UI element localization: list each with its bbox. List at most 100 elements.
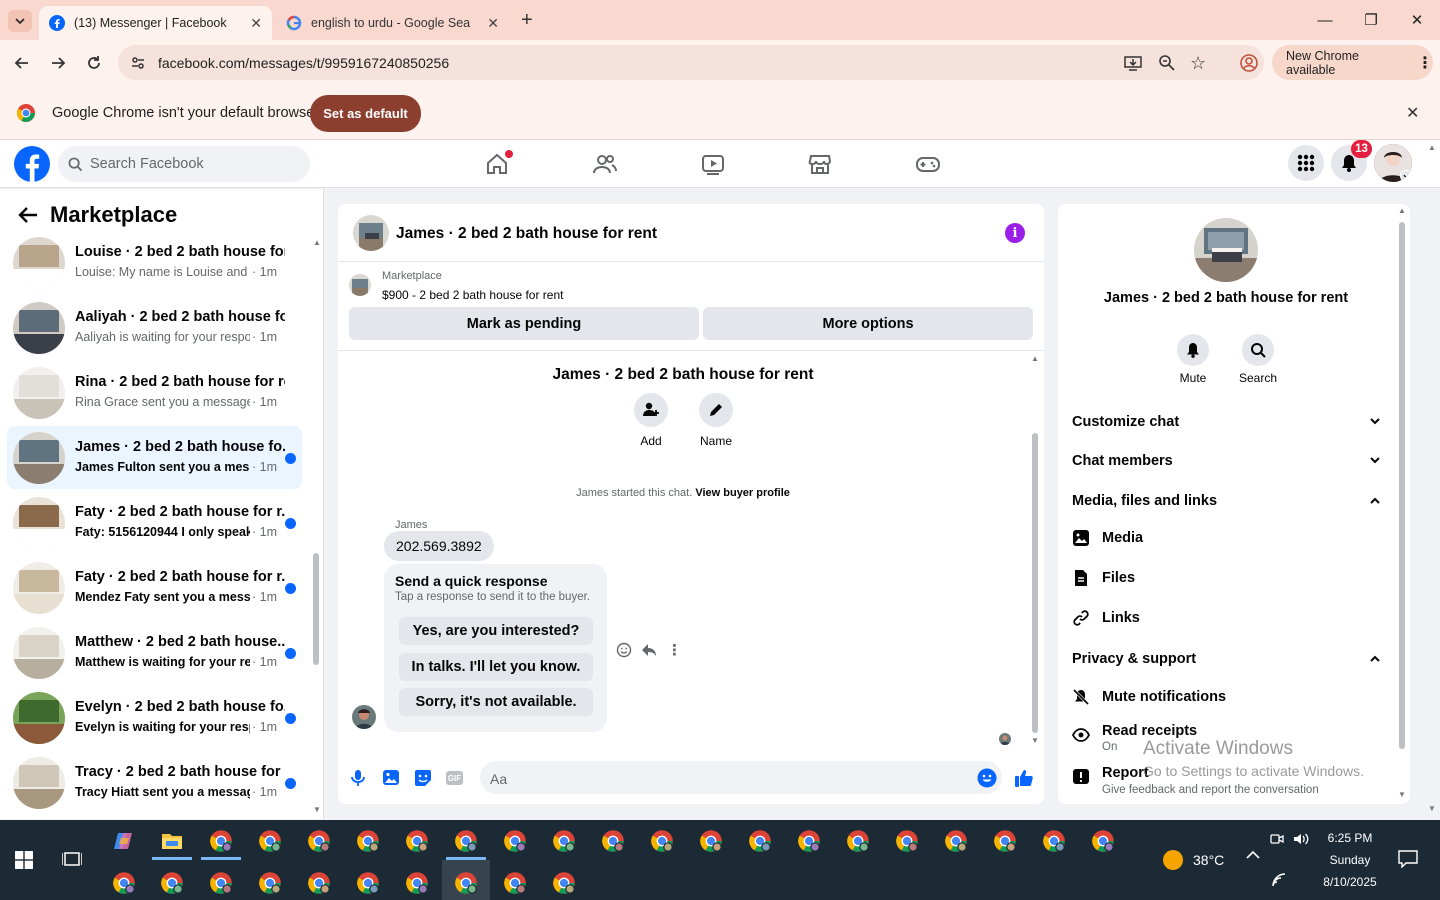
chrome-taskbar-icon[interactable] (307, 871, 331, 895)
close-tab-icon[interactable]: ✕ (487, 15, 499, 32)
facebook-logo-icon[interactable] (14, 146, 50, 182)
list-item[interactable]: Faty · 2 bed 2 bath house for r... Mendez… (7, 556, 302, 619)
details-scroll-down-icon[interactable]: ▼ (1398, 790, 1406, 799)
quick-reply-button[interactable]: Sorry, it's not available. (399, 688, 593, 716)
account-chevron-icon[interactable] (1400, 170, 1412, 182)
list-item[interactable]: Tracy · 2 bed 2 bath house for ... Tracy … (7, 751, 302, 814)
mute-notifications-item[interactable]: Mute notifications (1072, 689, 1226, 705)
task-view-icon[interactable] (62, 850, 82, 868)
tab-search-button[interactable] (8, 10, 32, 32)
listing-photo[interactable] (1194, 218, 1258, 282)
mark-as-pending-button[interactable]: Mark as pending (349, 307, 699, 340)
file-explorer-icon[interactable] (160, 829, 184, 853)
chrome-taskbar-icon[interactable] (356, 829, 380, 853)
chrome-taskbar-icon[interactable] (895, 829, 919, 853)
list-item[interactable]: Louise · 2 bed 2 bath house for ... Louis… (7, 231, 302, 294)
conversation-list[interactable]: Louise · 2 bed 2 bath house for ... Louis… (0, 231, 312, 819)
notification-center-icon[interactable] (1398, 850, 1418, 868)
chrome-taskbar-icon[interactable] (944, 829, 968, 853)
reply-icon[interactable] (641, 642, 657, 658)
weather-sun-icon[interactable] (1163, 850, 1183, 870)
close-infobar-icon[interactable]: ✕ (1406, 103, 1419, 123)
home-icon[interactable] (485, 150, 513, 176)
privacy-support-row[interactable]: Privacy & support (1072, 651, 1382, 667)
photo-icon[interactable] (383, 769, 399, 786)
minimize-button[interactable]: — (1302, 0, 1348, 40)
files-item[interactable]: Files (1072, 570, 1135, 586)
thread-scroll-down-icon[interactable]: ▼ (1031, 736, 1039, 745)
chrome-taskbar-icon[interactable] (552, 829, 576, 853)
chrome-taskbar-icon[interactable] (209, 829, 233, 853)
details-scroll-up-icon[interactable]: ▲ (1398, 206, 1406, 215)
chrome-taskbar-icon[interactable] (1091, 829, 1115, 853)
windows-start-icon[interactable] (15, 851, 33, 869)
customize-chat-row[interactable]: Customize chat (1072, 414, 1382, 430)
site-info-icon[interactable] (130, 55, 146, 71)
chrome-taskbar-icon[interactable] (454, 871, 478, 895)
chrome-taskbar-icon[interactable] (258, 829, 282, 853)
address-bar[interactable]: facebook.com/messages/t/9959167240850256… (118, 45, 1264, 80)
microphone-icon[interactable] (351, 769, 365, 787)
page-scroll-down-icon[interactable]: ▼ (1428, 804, 1436, 813)
tab-messenger[interactable]: (13) Messenger | Facebook ✕ (39, 6, 272, 40)
back-icon[interactable] (12, 53, 32, 73)
media-files-links-row[interactable]: Media, files and links (1072, 493, 1382, 509)
chrome-taskbar-icon[interactable] (160, 871, 184, 895)
restore-button[interactable]: ❐ (1348, 0, 1394, 40)
reload-icon[interactable] (84, 53, 104, 73)
kebab-menu-icon[interactable]: ⋮ (1417, 53, 1433, 73)
wifi-icon[interactable] (1272, 873, 1286, 887)
media-item[interactable]: Media (1072, 530, 1143, 546)
details-scrollbar[interactable] (1399, 222, 1405, 749)
react-icon[interactable] (616, 642, 632, 658)
friends-icon[interactable] (593, 152, 617, 176)
chrome-taskbar-icon[interactable] (356, 871, 380, 895)
chrome-taskbar-icon[interactable] (503, 871, 527, 895)
chrome-taskbar-icon[interactable] (797, 829, 821, 853)
sticker-icon[interactable] (414, 769, 432, 787)
listing-thumbnail[interactable] (353, 215, 389, 251)
meet-now-icon[interactable] (1270, 832, 1284, 846)
chrome-taskbar-icon[interactable] (405, 829, 429, 853)
close-window-button[interactable]: ✕ (1394, 0, 1440, 40)
profile-icon[interactable] (1240, 54, 1258, 72)
message-bubble[interactable]: 202.569.3892 (384, 531, 494, 561)
gaming-icon[interactable] (916, 152, 940, 176)
chrome-taskbar-icon[interactable] (601, 829, 625, 853)
message-input[interactable]: Aa (480, 761, 1002, 794)
clock-date[interactable]: 8/10/2025 (1310, 875, 1390, 889)
chrome-taskbar-icon[interactable] (650, 829, 674, 853)
thread-scroll-up-icon[interactable]: ▲ (1031, 354, 1039, 363)
list-item[interactable]: James · 2 bed 2 bath house fo... James Fu… (7, 426, 302, 489)
clock-time[interactable]: 6:25 PM (1310, 831, 1390, 845)
listing-price-line[interactable]: $900 - 2 bed 2 bath house for rent (382, 288, 563, 302)
watch-icon[interactable] (701, 152, 725, 176)
list-item[interactable]: Rina · 2 bed 2 bath house for rent Rina G… (7, 361, 302, 424)
chrome-taskbar-icon[interactable] (699, 829, 723, 853)
chrome-taskbar-icon[interactable] (454, 829, 478, 853)
page-scroll-up-icon[interactable]: ▲ (1428, 143, 1436, 152)
list-item[interactable]: Matthew · 2 bed 2 bath house... Matthew i… (7, 621, 302, 684)
set-as-default-button[interactable]: Set as default (310, 95, 421, 132)
more-options-button[interactable]: More options (703, 307, 1033, 340)
sender-avatar[interactable] (352, 705, 376, 729)
gif-icon[interactable]: GIF (446, 771, 463, 785)
chrome-taskbar-icon[interactable] (1042, 829, 1066, 853)
emoji-icon[interactable] (977, 768, 997, 788)
chrome-taskbar-icon[interactable] (748, 829, 772, 853)
chrome-taskbar-icon[interactable] (405, 871, 429, 895)
list-item[interactable]: Evelyn · 2 bed 2 bath house fo... Evelyn … (7, 686, 302, 749)
add-people-button[interactable] (634, 393, 668, 427)
menu-button[interactable] (1288, 145, 1324, 181)
avatar[interactable] (1374, 144, 1412, 182)
conversation-info-icon[interactable]: i (1005, 223, 1025, 243)
facebook-search-input[interactable]: Search Facebook (58, 146, 310, 182)
notifications-button[interactable]: 13 (1331, 140, 1372, 181)
forward-icon[interactable] (48, 53, 68, 73)
conversation-scrollbar[interactable] (313, 553, 319, 665)
chrome-taskbar-icon[interactable] (112, 871, 136, 895)
thread-scrollbar[interactable] (1032, 433, 1038, 733)
search-conversation-button[interactable] (1242, 334, 1274, 366)
bookmark-star-icon[interactable]: ☆ (1190, 53, 1206, 74)
chrome-taskbar-icon[interactable] (552, 871, 576, 895)
